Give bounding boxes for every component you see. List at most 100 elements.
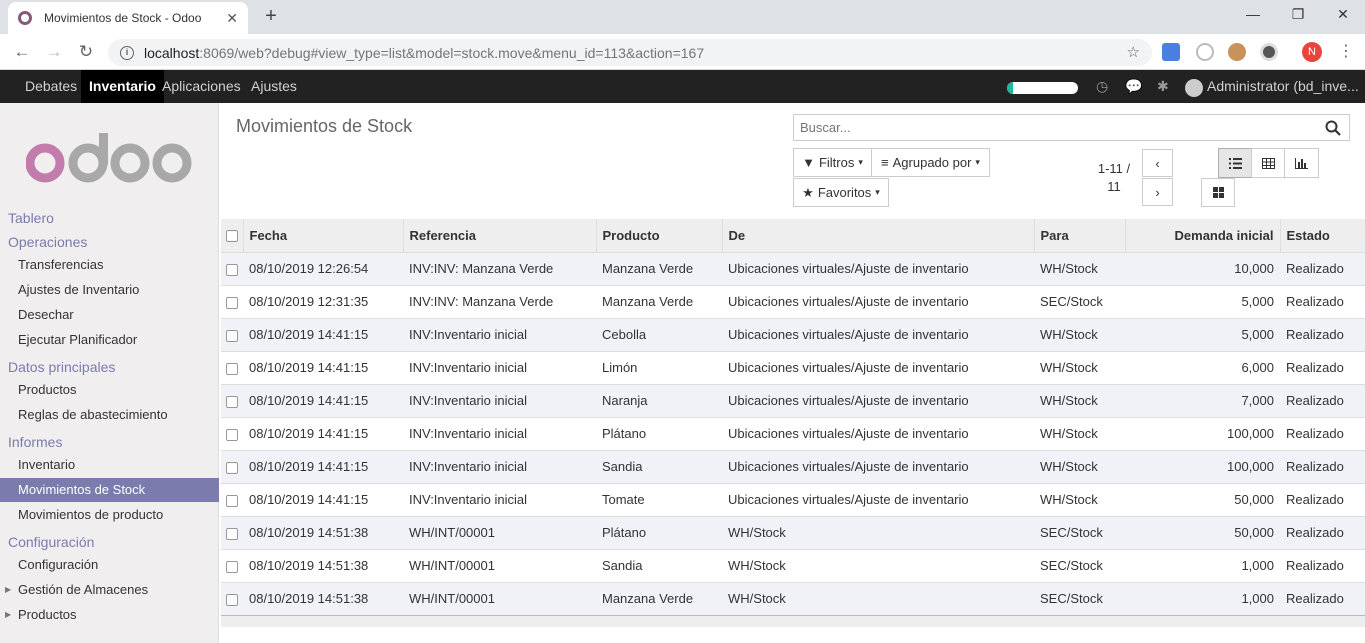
- browser-menu-icon[interactable]: ⋮: [1338, 41, 1354, 61]
- row-select-cell[interactable]: [221, 548, 243, 582]
- sidebar-item[interactable]: Productos: [0, 378, 219, 402]
- column-header-estado[interactable]: Estado: [1280, 219, 1365, 252]
- table-row[interactable]: 08/10/2019 14:41:15 INV:Inventario inicia…: [221, 416, 1365, 450]
- column-header-referencia[interactable]: Referencia: [403, 219, 597, 252]
- browser-tabstrip: Movimientos de Stock - Odoo ✕ + — ❐ ✕: [0, 0, 1365, 34]
- table-row[interactable]: 08/10/2019 14:41:15 INV:Inventario inicia…: [221, 449, 1365, 483]
- search-icon[interactable]: [1325, 120, 1341, 136]
- sidebar-item[interactable]: ▶ Gestión de Almacenes: [0, 578, 219, 602]
- row-select-cell[interactable]: [221, 449, 243, 483]
- pager-value[interactable]: 1-11 / 11: [1090, 160, 1138, 196]
- table-row[interactable]: 08/10/2019 14:41:15 INV:Inventario inicia…: [221, 383, 1365, 417]
- row-select-cell[interactable]: [221, 581, 243, 615]
- sidebar-section-0[interactable]: Tablero: [8, 210, 54, 226]
- sidebar-item[interactable]: Movimientos de producto: [0, 503, 219, 527]
- row-checkbox[interactable]: [226, 395, 238, 408]
- groupby-button[interactable]: ≡ Agrupado por ▾: [871, 148, 990, 177]
- row-select-cell[interactable]: [221, 482, 243, 516]
- pager-previous-button[interactable]: ‹: [1142, 149, 1173, 177]
- new-tab-button[interactable]: +: [260, 5, 282, 28]
- reload-icon[interactable]: ↻: [74, 40, 98, 64]
- chat-icon[interactable]: 💬: [1125, 78, 1142, 95]
- sidebar-item[interactable]: Transferencias: [0, 253, 219, 277]
- user-menu[interactable]: Administrator (bd_inve...: [1207, 70, 1359, 103]
- row-select-cell[interactable]: [221, 350, 243, 384]
- table-row[interactable]: 08/10/2019 14:41:15 INV:Inventario inicia…: [221, 482, 1365, 516]
- column-header-producto[interactable]: Producto: [596, 219, 723, 252]
- column-header-demanda-inicial[interactable]: Demanda inicial: [1125, 219, 1281, 252]
- debug-bug-icon[interactable]: ✱: [1157, 78, 1169, 95]
- row-checkbox[interactable]: [226, 329, 238, 342]
- row-select-cell[interactable]: [221, 284, 243, 318]
- sidebar-section-3[interactable]: Informes: [8, 434, 62, 450]
- row-select-cell[interactable]: [221, 416, 243, 450]
- column-header-de[interactable]: De: [722, 219, 1035, 252]
- column-header-fecha[interactable]: Fecha: [243, 219, 404, 252]
- clock-icon[interactable]: ◷: [1096, 78, 1108, 95]
- sidebar-item[interactable]: Ajustes de Inventario: [0, 278, 219, 302]
- pivot-view-button[interactable]: [1251, 148, 1285, 178]
- sidebar-item[interactable]: Movimientos de Stock: [0, 478, 219, 502]
- menu-ajustes[interactable]: Ajustes: [243, 70, 305, 103]
- row-checkbox[interactable]: [226, 428, 238, 441]
- extension-icon[interactable]: [1196, 43, 1214, 61]
- sidebar-item[interactable]: Desechar: [0, 303, 219, 327]
- row-checkbox[interactable]: [226, 296, 238, 309]
- site-info-icon[interactable]: i: [120, 45, 134, 60]
- translate-extension-icon[interactable]: [1162, 43, 1180, 61]
- search-input[interactable]: [800, 120, 1320, 135]
- list-view-button[interactable]: [1218, 148, 1252, 178]
- row-checkbox[interactable]: [226, 494, 238, 507]
- filters-button[interactable]: ▼ Filtros ▾: [793, 148, 872, 177]
- address-bar[interactable]: i localhost:8069/web?debug#view_type=lis…: [108, 39, 1152, 66]
- sidebar-section-2[interactable]: Datos principales: [8, 359, 115, 375]
- row-select-cell[interactable]: [221, 317, 243, 351]
- favorites-button[interactable]: ★ Favoritos ▾: [793, 178, 889, 207]
- row-checkbox[interactable]: [226, 527, 238, 540]
- profile-avatar[interactable]: N: [1302, 42, 1322, 62]
- table-row[interactable]: 08/10/2019 14:51:38 WH/INT/00001 Manzana V…: [221, 581, 1365, 615]
- window-close-icon[interactable]: ✕: [1333, 6, 1353, 23]
- select-all-cell[interactable]: [221, 219, 244, 252]
- close-tab-icon[interactable]: ✕: [226, 10, 238, 27]
- table-row[interactable]: 08/10/2019 14:51:38 WH/INT/00001 Plátano WH…: [221, 515, 1365, 549]
- row-select-cell[interactable]: [221, 251, 243, 285]
- search-box[interactable]: [793, 114, 1350, 141]
- browser-tab[interactable]: Movimientos de Stock - Odoo ✕: [8, 2, 248, 34]
- restore-icon[interactable]: ❐: [1288, 6, 1308, 23]
- table-row[interactable]: 08/10/2019 12:26:54 INV:INV: Manzana Verd…: [221, 251, 1365, 285]
- row-checkbox[interactable]: [226, 263, 238, 276]
- column-header-para[interactable]: Para: [1034, 219, 1126, 252]
- row-select-cell[interactable]: [221, 383, 243, 417]
- table-row[interactable]: 08/10/2019 12:31:35 INV:INV: Manzana Verd…: [221, 284, 1365, 318]
- sidebar-item[interactable]: Configuración: [0, 553, 219, 577]
- minimize-icon[interactable]: —: [1243, 6, 1263, 22]
- sidebar-item[interactable]: Ejecutar Planificador: [0, 328, 219, 352]
- theme-extension-icon[interactable]: [1260, 43, 1278, 61]
- kanban-view-button[interactable]: [1201, 178, 1235, 207]
- sidebar-item[interactable]: Inventario: [0, 453, 219, 477]
- row-checkbox[interactable]: [226, 461, 238, 474]
- row-checkbox[interactable]: [226, 593, 238, 606]
- user-avatar[interactable]: [1185, 79, 1203, 97]
- table-row[interactable]: 08/10/2019 14:41:15 INV:Inventario inicia…: [221, 317, 1365, 351]
- cookie-extension-icon[interactable]: [1228, 43, 1246, 61]
- row-checkbox[interactable]: [226, 560, 238, 573]
- select-all-checkbox[interactable]: [226, 230, 238, 243]
- bookmark-star-icon[interactable]: ☆: [1127, 43, 1140, 61]
- sidebar-item[interactable]: Reglas de abastecimiento: [0, 403, 219, 427]
- menu-debates[interactable]: Debates: [17, 70, 85, 103]
- forward-icon[interactable]: →: [42, 40, 66, 64]
- sidebar-section-4[interactable]: Configuración: [8, 534, 94, 550]
- row-select-cell[interactable]: [221, 515, 243, 549]
- menu-aplicaciones[interactable]: Aplicaciones: [154, 70, 249, 103]
- row-checkbox[interactable]: [226, 362, 238, 375]
- pager-next-button[interactable]: ›: [1142, 178, 1173, 206]
- sidebar-item[interactable]: ▶ Productos: [0, 603, 219, 627]
- menu-inventario[interactable]: Inventario: [81, 70, 164, 103]
- graph-view-button[interactable]: [1284, 148, 1319, 178]
- back-icon[interactable]: ←: [10, 40, 34, 64]
- table-row[interactable]: 08/10/2019 14:51:38 WH/INT/00001 Sandia WH/…: [221, 548, 1365, 582]
- table-row[interactable]: 08/10/2019 14:41:15 INV:Inventario inicia…: [221, 350, 1365, 384]
- sidebar-section-1[interactable]: Operaciones: [8, 234, 87, 250]
